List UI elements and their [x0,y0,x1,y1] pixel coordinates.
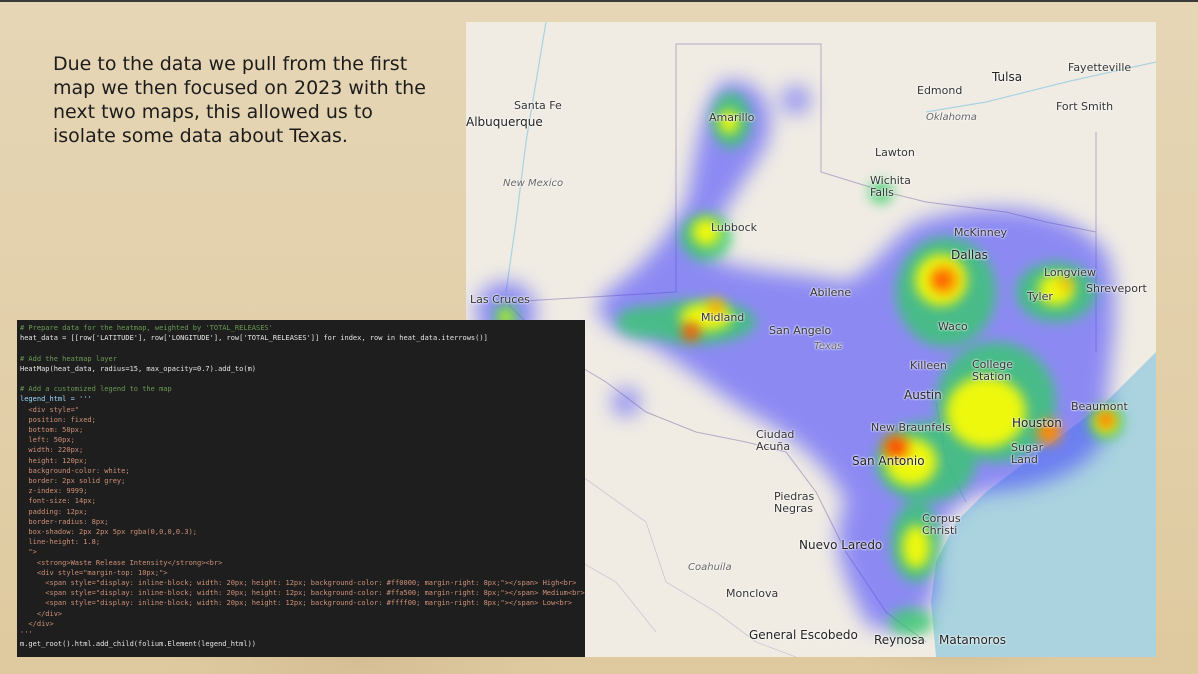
code-line: box-shadow: 2px 2px 5px rgba(0,0,0,0.3); [20,528,198,537]
code-line: padding: 12px; [20,507,88,516]
code-line: <div style="margin-top: 10px;"> [20,568,168,577]
map-label-wichita-falls: Wichita Falls [870,174,911,199]
map-label-houston: Houston [1012,416,1062,430]
code-line: m.get_root().html.add_child(folium.Eleme… [20,640,257,649]
map-label-edmond: Edmond [917,84,963,97]
code-line: </div> [20,619,54,628]
map-label-coahuila: Coahuila [688,562,732,573]
map-label-midland: Midland [701,311,745,324]
map-label-lubbock: Lubbock [711,221,758,234]
code-screenshot: # Prepare data for the heatmap, weighted… [17,320,585,657]
slide-intro-text: Due to the data we pull from the first m… [53,53,426,147]
code-line: </div> [20,609,63,618]
map-label-dallas: Dallas [951,248,988,262]
code-line: <span style="display: inline-block; widt… [20,589,585,598]
code-line: line-height: 1.8; [20,538,101,547]
map-label-oklahoma: Oklahoma [926,112,977,123]
code-line: "> [20,548,37,557]
map-label-fayetteville: Fayetteville [1068,61,1132,74]
map-label-college-station: College Station [972,358,1014,383]
code-line: # Add the heatmap layer [20,354,117,363]
code-line: border: 2px solid grey; [20,477,126,486]
code-line: heat_data = [[row['LATITUDE'], row['LONG… [20,334,488,343]
code-line: bottom: 50px; [20,426,84,435]
code-line: legend_html = ''' [20,395,92,404]
map-label-shreveport: Shreveport [1086,282,1147,295]
map-label-beaumont: Beaumont [1071,400,1128,413]
map-label-san-angelo: San Angelo [769,324,832,337]
code-line: HeatMap(heat_data, radius=15, max_opacit… [20,364,257,373]
map-label-abilene: Abilene [810,286,852,299]
map-label-austin: Austin [904,388,942,402]
map-label-sugar-land: Sugar Land [1011,441,1044,466]
code-line: height: 120px; [20,456,88,465]
code-line: z-index: 9999; [20,487,88,496]
map-label-killeen: Killeen [910,359,947,372]
map-label-lawton: Lawton [875,146,915,159]
code-line: border-radius: 8px; [20,517,109,526]
map-label-albuquerque: Albuquerque [466,115,543,129]
map-label-waco: Waco [938,320,968,333]
code-line: background-color: white; [20,466,130,475]
code-line: font-size: 14px; [20,497,96,506]
map-label-tulsa: Tulsa [992,70,1023,84]
map-label-reynosa: Reynosa [874,633,925,647]
code-line: # Add a customized legend to the map [20,385,172,394]
code-line: <span style="display: inline-block; widt… [20,579,577,588]
map-label-las-cruces: Las Cruces [470,293,530,306]
code-line: ''' [20,630,33,639]
code-lines: # Prepare data for the heatmap, weighted… [17,320,585,650]
map-label-matamoros: Matamoros [939,633,1007,647]
map-label-ciudad-acuna: Ciudad Acuña [756,428,795,453]
map-label-san-antonio: San Antonio [852,454,925,468]
code-line: <div style=" [20,405,80,414]
map-label-amarillo: Amarillo [709,111,755,124]
map-label-tyler: Tyler [1027,290,1053,303]
map-label-fort-smith: Fort Smith [1056,100,1114,113]
map-label-new-braunfels: New Braunfels [871,421,951,434]
map-label-nuevo-laredo: Nuevo Laredo [799,538,883,552]
map-label-general-escobedo: General Escobedo [749,628,858,642]
code-line: width: 220px; [20,446,84,455]
code-line: position: fixed; [20,415,96,424]
code-line: left: 50px; [20,436,75,445]
map-label-piedras-negras: Piedras Negras [774,490,815,515]
map-label-texas: Texas [814,341,843,352]
map-label-santa-fe: Santa Fe [514,99,562,112]
map-label-monclova: Monclova [726,587,779,600]
map-label-longview: Longview [1044,266,1096,279]
code-line: <strong>Waste Release Intensity</strong>… [20,558,223,567]
slide-top-border [0,0,1198,2]
code-line: # Prepare data for the heatmap, weighted… [20,324,273,332]
code-line: <span style="display: inline-block; widt… [20,599,573,608]
map-label-mckinney: McKinney [954,226,1008,239]
map-label-corpus-christi: Corpus Christi [922,512,961,537]
map-label-new-mexico: New Mexico [503,178,564,189]
